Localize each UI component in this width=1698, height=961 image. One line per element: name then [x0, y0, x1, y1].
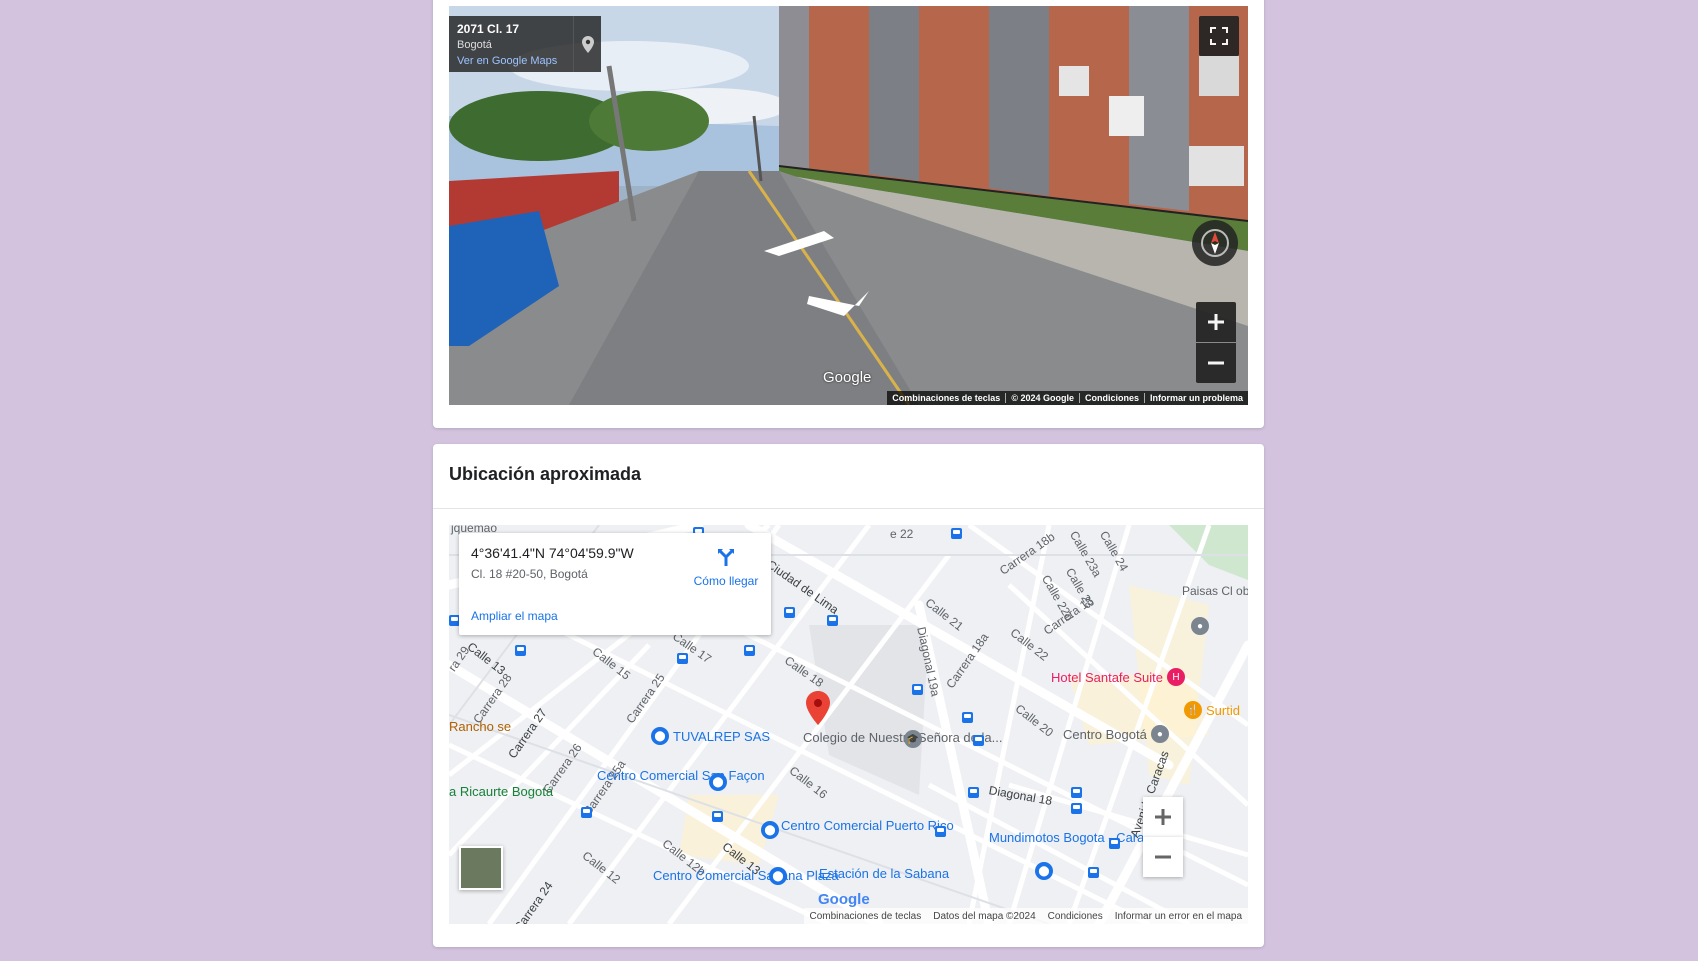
fullscreen-icon	[1210, 27, 1228, 45]
poi-label: Centro Comercial San Façon	[597, 768, 765, 783]
bus-stop-icon[interactable]	[1088, 867, 1099, 878]
copyright-text: © 2024 Google	[1005, 393, 1079, 403]
poi-label: Paisas Cl obtén un l	[1182, 584, 1248, 598]
minus-icon	[1208, 361, 1224, 365]
place-icon: ●	[1150, 725, 1169, 743]
compass-button[interactable]	[1192, 220, 1238, 266]
enlarge-map-link[interactable]: Ampliar el mapa	[471, 609, 558, 623]
streetview-city: Bogotá	[457, 39, 492, 51]
poi-label: TUVALREP SAS	[673, 728, 771, 744]
shopping-icon: ⬤	[651, 727, 669, 745]
streetview-panorama[interactable]: 2071 Cl. 17 Bogotá Ver en Google Maps Go…	[449, 6, 1248, 405]
poi-ricaurte[interactable]: a Ricaurte Bogotá	[449, 784, 553, 799]
view-in-google-maps-link[interactable]: Ver en Google Maps	[457, 55, 557, 67]
google-logo: Google	[823, 369, 872, 386]
streetview-footer: Combinaciones de teclas © 2024 Google Co…	[887, 391, 1248, 405]
bus-stop-icon[interactable]	[744, 645, 755, 656]
coordinates-text: 4°36'41.4"N 74°04'59.9"W	[471, 545, 634, 561]
poi-paisas[interactable]: Paisas Cl obtén un l	[1182, 585, 1248, 598]
keyboard-shortcuts-link[interactable]: Combinaciones de teclas	[887, 393, 1005, 403]
satellite-layer-toggle[interactable]	[459, 846, 503, 890]
bus-stop-icon[interactable]	[784, 607, 795, 618]
terms-link[interactable]: Condiciones	[1078, 393, 1144, 403]
report-map-error-link[interactable]: Informar un error en el mapa	[1109, 911, 1248, 922]
map-data-text: Datos del mapa ©2024	[933, 910, 1036, 922]
place-icon[interactable]: ●	[1191, 617, 1209, 635]
plus-icon	[1208, 314, 1224, 330]
directions-icon	[718, 549, 734, 566]
poi-label: Hotel Santafe Suite	[1051, 669, 1164, 685]
report-problem-link[interactable]: Informar un problema	[1143, 393, 1248, 403]
embedded-map[interactable]: Calle 13 Calle 15 Calle 17 Calle 18 Call…	[449, 525, 1248, 924]
location-info-card: 4°36'41.4"N 74°04'59.9"W Cl. 18 #20-50, …	[459, 533, 771, 635]
poi-label: Mundimotos Bogota - Caracas	[989, 830, 1165, 845]
bus-stop-icon[interactable]	[912, 684, 923, 695]
school-icon[interactable]: 🎓	[904, 730, 922, 748]
street-label: e 22	[890, 527, 914, 541]
directions-label: Cómo llegar	[693, 574, 759, 588]
map-footer: Combinaciones de teclas Datos del mapa ©…	[803, 908, 1248, 924]
bus-stop-icon[interactable]	[1071, 787, 1082, 798]
poi-mundimotos[interactable]: Mundimotos Bogota - Caracas	[989, 831, 1165, 845]
section-title: Ubicación aproximada	[449, 464, 642, 484]
fullscreen-button[interactable]	[1199, 16, 1239, 56]
poi-sabana-plaza[interactable]: Centro Comercial Sabana Plaza	[653, 869, 839, 883]
bus-stop-icon[interactable]	[515, 645, 526, 656]
bus-stop-icon[interactable]	[677, 653, 688, 664]
poi-tuvalrep[interactable]: ⬤ TUVALREP SAS	[651, 727, 770, 745]
shopping-icon[interactable]: ⬤	[1035, 862, 1053, 880]
poi-label: Rancho se	[449, 719, 512, 734]
bus-stop-icon[interactable]	[827, 615, 838, 626]
restaurant-icon: 🍴	[1184, 701, 1202, 719]
divider	[433, 508, 1264, 509]
poi-surtid[interactable]: 🍴 Surtid	[1184, 701, 1240, 719]
plus-icon	[1155, 809, 1171, 825]
address-text: Cl. 18 #20-50, Bogotá	[471, 567, 588, 581]
poi-san-facon[interactable]: Centro Comercial San Façon	[597, 769, 765, 783]
bus-stop-icon[interactable]	[973, 735, 984, 746]
poi-rancho[interactable]: Rancho se	[449, 719, 512, 734]
shopping-icon[interactable]: ⬤	[769, 867, 787, 885]
shopping-icon[interactable]: ⬤	[761, 821, 779, 839]
map-pin-icon[interactable]	[573, 16, 602, 72]
google-logo: Google	[818, 891, 870, 908]
hotel-icon: H	[1167, 668, 1186, 686]
bus-stop-icon[interactable]	[968, 787, 979, 798]
bus-stop-icon[interactable]	[1109, 838, 1120, 849]
streetview-zoom-out-button[interactable]	[1196, 343, 1236, 383]
bus-stop-icon[interactable]	[712, 811, 723, 822]
bus-stop-icon[interactable]	[1071, 803, 1082, 814]
poi-label: Estación de la Sabana	[819, 866, 950, 881]
map-zoom-out-button[interactable]	[1143, 837, 1183, 877]
poi-centro-bogota[interactable]: Centro Bogotá ●	[1063, 725, 1169, 743]
keyboard-shortcuts-link[interactable]: Combinaciones de teclas	[804, 911, 928, 922]
poi-label: Centro Comercial Sabana Plaza	[653, 868, 839, 883]
terms-link[interactable]: Condiciones	[1042, 911, 1109, 922]
shopping-icon[interactable]: ⬤	[709, 773, 727, 791]
minus-icon	[1155, 855, 1171, 859]
poi-label: a Ricaurte Bogotá	[449, 784, 554, 799]
poi-label: Centro Comercial Puerto Rico	[781, 818, 954, 833]
bus-stop-icon[interactable]	[935, 826, 946, 837]
compass-icon	[1201, 229, 1229, 257]
poi-label: Surtid	[1206, 702, 1240, 718]
streetview-card: 2071 Cl. 17 Bogotá Ver en Google Maps Go…	[433, 0, 1264, 428]
map-zoom-in-button[interactable]	[1143, 797, 1183, 837]
bus-stop-icon[interactable]	[962, 712, 973, 723]
directions-button[interactable]: Cómo llegar	[689, 547, 763, 588]
poi-estacion[interactable]: Estación de la Sabana	[819, 866, 949, 881]
streetview-zoom-in-button[interactable]	[1196, 302, 1236, 342]
streetview-info-box: 2071 Cl. 17 Bogotá Ver en Google Maps	[449, 16, 601, 72]
poi-hotel[interactable]: Hotel Santafe Suite H	[1051, 668, 1186, 686]
streetview-address: 2071 Cl. 17	[457, 22, 520, 36]
bus-stop-icon[interactable]	[951, 528, 962, 539]
map-card: Ubicación aproximada Calle 13 Calle 15 C…	[433, 444, 1264, 947]
poi-label: Centro Bogotá	[1063, 726, 1147, 742]
bus-stop-icon[interactable]	[581, 807, 592, 818]
